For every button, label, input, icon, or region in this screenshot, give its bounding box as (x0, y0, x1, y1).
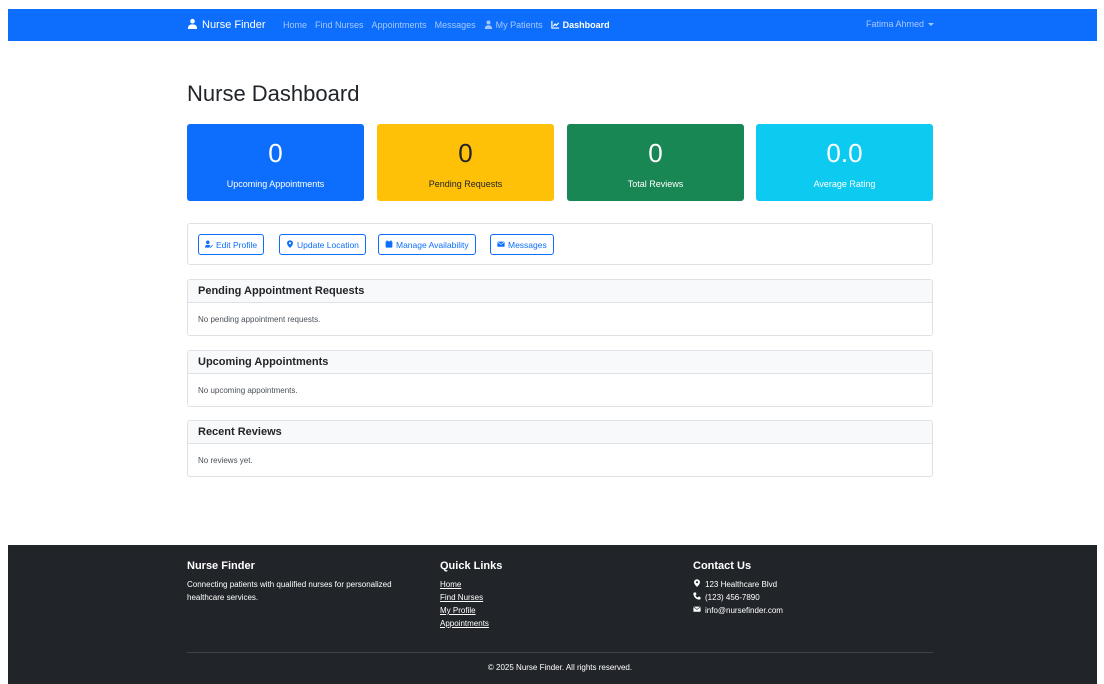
contact-phone: (123) 456-7890 (693, 591, 783, 604)
footer-link-find-nurses[interactable]: Find Nurses (440, 591, 502, 604)
contact-address-text: 123 Healthcare Blvd (705, 580, 778, 589)
footer: Nurse Finder Connecting patients with qu… (8, 545, 1097, 684)
manage-availability-button[interactable]: Manage Availability (378, 234, 476, 255)
user-edit-icon (205, 239, 213, 250)
envelope-icon (693, 604, 701, 617)
nav-links: Home Find Nurses Appointments Messages M… (283, 19, 618, 31)
card-body-empty: No upcoming appointments. (198, 385, 298, 395)
caret-down-icon (928, 22, 934, 26)
page-title: Nurse Dashboard (187, 81, 360, 106)
footer-about: Nurse Finder Connecting patients with qu… (187, 560, 397, 604)
user-nurse-icon (187, 18, 198, 32)
map-marker-icon (286, 239, 294, 250)
nav-link-appointments[interactable]: Appointments (372, 20, 427, 30)
user-dropdown[interactable]: Fatima Ahmed (866, 19, 934, 29)
messages-label: Messages (508, 239, 547, 250)
phone-icon (693, 591, 701, 604)
update-location-button[interactable]: Update Location (279, 234, 366, 255)
user-name: Fatima Ahmed (865, 19, 924, 29)
card-header: Upcoming Appointments (188, 351, 932, 374)
contact-phone-text: (123) 456-7890 (705, 593, 760, 602)
footer-contact-title: Contact Us (693, 560, 752, 572)
navbar: Nurse Finder Home Find Nurses Appointmen… (8, 9, 1097, 41)
nav-link-my-patients-label: My Patients (495, 20, 543, 30)
card-header: Recent Reviews (188, 421, 932, 444)
nav-link-dashboard-label: Dashboard (562, 20, 610, 30)
stat-card-pending-requests: 0 Pending Requests (377, 124, 554, 201)
stat-value: 0 (458, 138, 473, 168)
footer-links-title: Quick Links (440, 560, 503, 572)
recent-reviews-card: Recent Reviews No reviews yet. (187, 420, 933, 477)
contact-email-text: info@nursefinder.com (705, 606, 783, 615)
copyright: © 2025 Nurse Finder. All rights reserved… (487, 663, 633, 672)
nav-link-find-nurses[interactable]: Find Nurses (315, 20, 364, 30)
stat-value: 0.0 (826, 138, 863, 168)
map-marker-icon (693, 578, 701, 591)
navbar-container: Nurse Finder Home Find Nurses Appointmen… (187, 9, 934, 41)
envelope-icon (497, 240, 505, 250)
nav-link-messages[interactable]: Messages (435, 20, 476, 30)
quick-actions-card: Edit Profile Update Location Manage Avai… (187, 223, 933, 265)
footer-link-home[interactable]: Home (440, 578, 502, 591)
stat-card-upcoming-appointments: 0 Upcoming Appointments (187, 124, 364, 201)
nav-link-home[interactable]: Home (283, 20, 307, 30)
stat-label: Total Reviews (627, 179, 684, 189)
contact-email: info@nursefinder.com (693, 604, 783, 617)
footer-contact: Contact Us 123 Healthcare Blvd (123) 456… (693, 560, 783, 617)
brand-link[interactable]: Nurse Finder (187, 17, 266, 33)
nav-link-dashboard[interactable]: Dashboard (550, 20, 610, 31)
user-injured-icon (484, 20, 493, 31)
footer-divider (187, 652, 933, 653)
stat-label: Average Rating (813, 179, 876, 189)
brand-label: Nurse Finder (202, 19, 266, 31)
stat-value: 0 (648, 138, 663, 168)
contact-address: 123 Healthcare Blvd (693, 578, 783, 591)
footer-about-text: Connecting patients with qualified nurse… (187, 580, 392, 602)
card-header: Pending Appointment Requests (188, 280, 932, 303)
stat-value: 0 (268, 138, 283, 168)
edit-profile-button[interactable]: Edit Profile (198, 234, 265, 255)
messages-button[interactable]: Messages (490, 234, 554, 255)
card-body-empty: No pending appointment requests. (198, 314, 321, 324)
chart-line-icon (550, 20, 560, 31)
footer-about-title: Nurse Finder (187, 560, 255, 572)
stat-label: Pending Requests (428, 179, 503, 189)
calendar-icon (385, 239, 393, 250)
nav-link-my-patients[interactable]: My Patients (484, 20, 543, 31)
edit-profile-label: Edit Profile (216, 239, 258, 250)
update-location-label: Update Location (297, 239, 359, 250)
footer-quick-links: Quick Links Home Find Nurses My Profile … (440, 560, 502, 630)
card-body-empty: No reviews yet. (198, 455, 253, 465)
upcoming-appointments-card: Upcoming Appointments No upcoming appoin… (187, 350, 933, 407)
footer-link-appointments[interactable]: Appointments (440, 617, 502, 630)
footer-link-my-profile[interactable]: My Profile (440, 604, 502, 617)
stat-card-average-rating: 0.0 Average Rating (756, 124, 933, 201)
footer-container: Nurse Finder Connecting patients with qu… (187, 545, 933, 684)
pending-requests-card: Pending Appointment Requests No pending … (187, 279, 933, 336)
stat-label: Upcoming Appointments (226, 179, 325, 189)
manage-availability-label: Manage Availability (396, 239, 469, 250)
stat-card-total-reviews: 0 Total Reviews (567, 124, 744, 201)
page: Nurse Finder Home Find Nurses Appointmen… (8, 9, 1097, 684)
